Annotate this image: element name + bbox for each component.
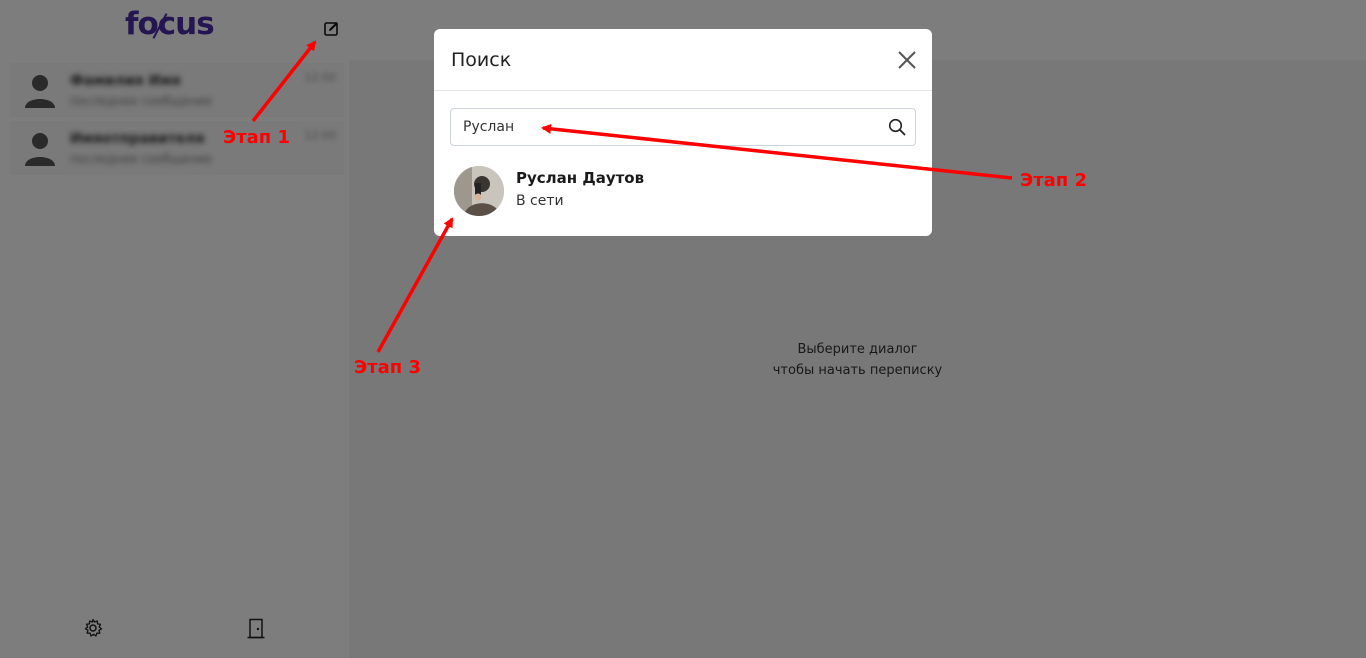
annotation-step-1: Этап 1 <box>223 127 291 148</box>
result-name: Руслан Даутов <box>516 169 645 187</box>
annotation-step-2: Этап 2 <box>1020 170 1088 191</box>
search-result-item[interactable]: Руслан Даутов В сети <box>452 164 914 218</box>
modal-title: Поиск <box>451 49 512 71</box>
annotation-step-3: Этап 3 <box>354 357 422 378</box>
search-modal: Поиск Руслан Да <box>434 29 932 236</box>
search-icon[interactable] <box>888 118 906 136</box>
avatar <box>454 166 504 216</box>
close-icon[interactable] <box>898 51 916 69</box>
result-status: В сети <box>516 193 564 209</box>
modal-header: Поиск <box>434 29 932 91</box>
search-field[interactable] <box>450 108 916 146</box>
search-input[interactable] <box>463 117 873 137</box>
